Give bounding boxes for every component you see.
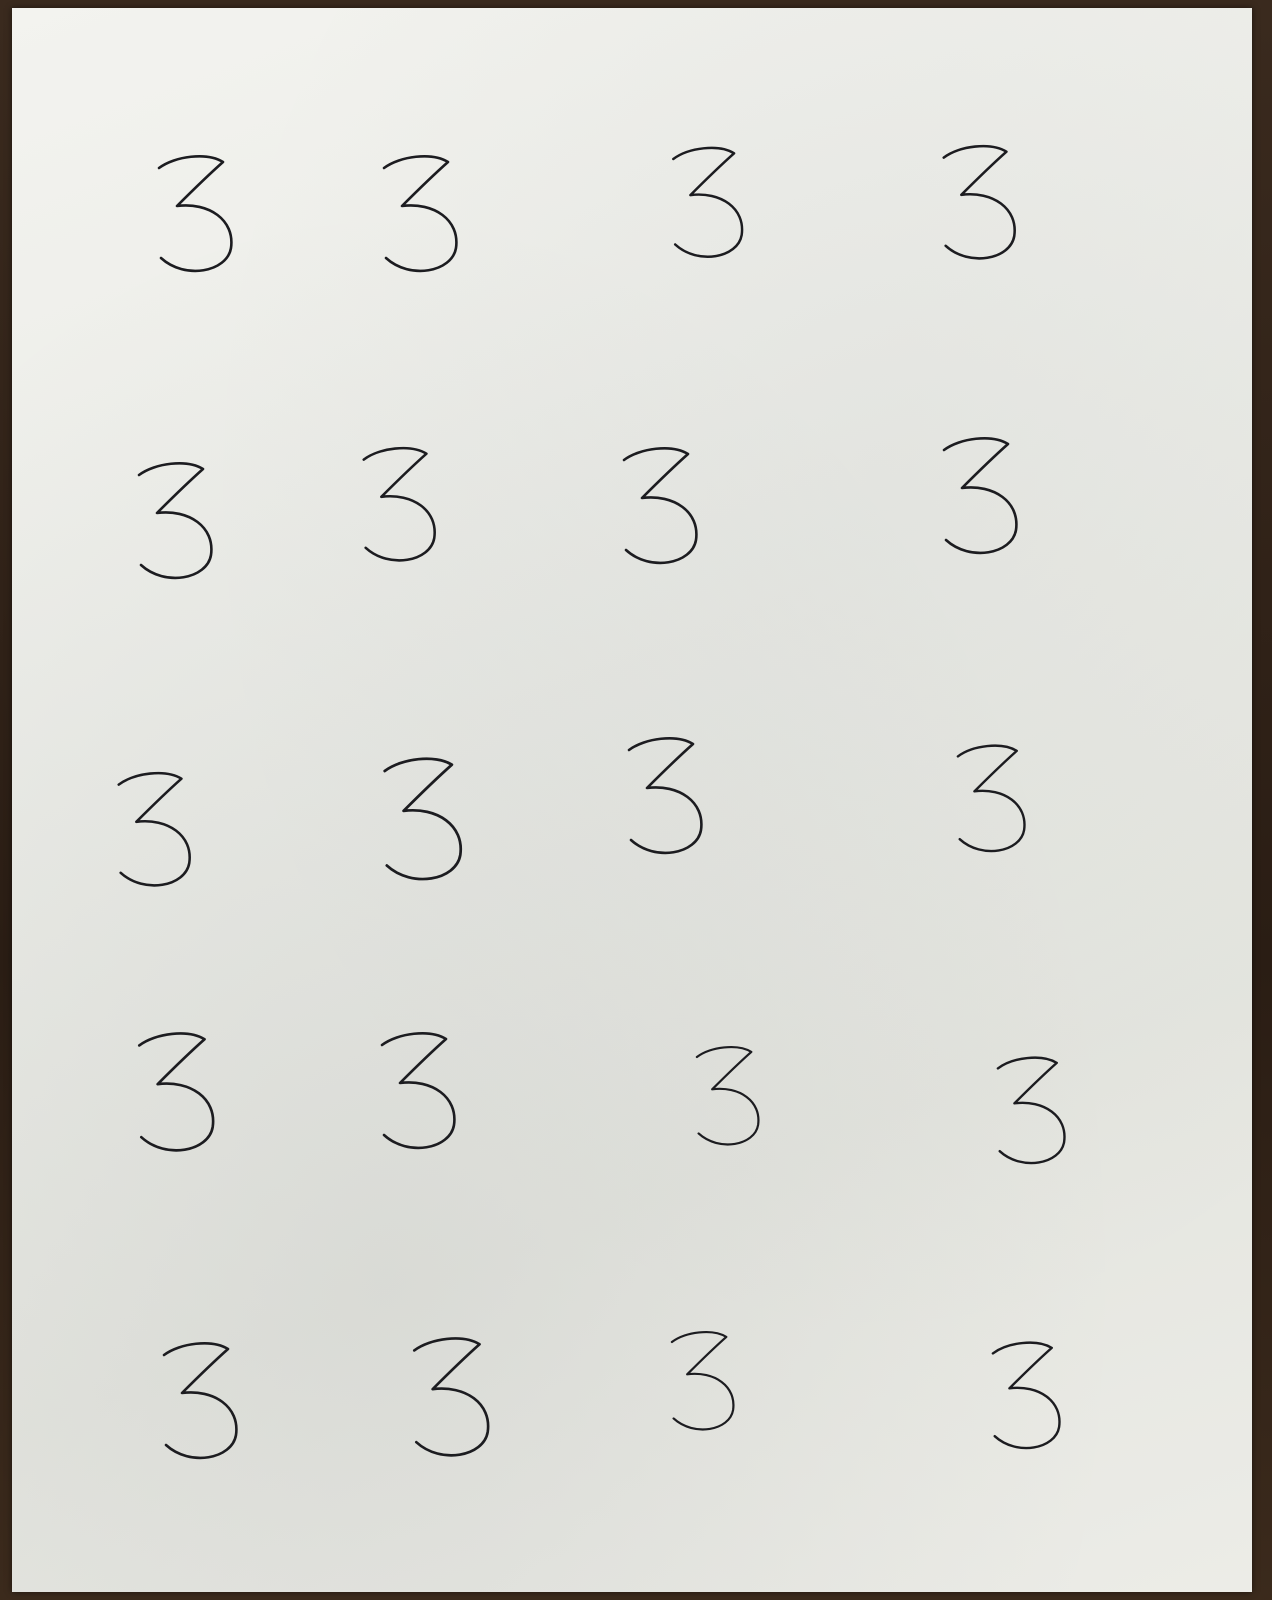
handwritten-digit-r2c3: 3 xyxy=(622,447,698,565)
digit-stroke xyxy=(117,771,191,887)
handwritten-digit-r3c4: 3 xyxy=(956,744,1026,853)
handwritten-digit-r3c2: 3 xyxy=(383,757,463,881)
handwritten-digit-r4c2: 3 xyxy=(380,1032,456,1150)
handwritten-digit-r5c2: 3 xyxy=(412,1337,490,1457)
digit-stroke xyxy=(380,1032,456,1150)
handwritten-digit-r4c1: 3 xyxy=(137,1032,215,1152)
digit-stroke xyxy=(162,1342,238,1460)
handwritten-digit-grid: 3 3 3 3 3 3 3 3 3 3 3 3 3 3 3 3 3 3 3 3 xyxy=(0,0,1272,1600)
handwritten-digit-r5c4: 3 xyxy=(991,1341,1061,1450)
handwritten-digit-r3c1: 3 xyxy=(117,771,191,887)
digit-stroke xyxy=(157,155,233,273)
digit-stroke xyxy=(627,737,703,855)
digit-stroke xyxy=(942,437,1018,555)
digit-stroke xyxy=(622,447,698,565)
digit-stroke xyxy=(672,146,744,258)
handwritten-digit-r1c1: 3 xyxy=(157,155,233,273)
handwritten-digit-r1c2: 3 xyxy=(382,155,458,273)
digit-stroke xyxy=(695,1045,760,1146)
digit-stroke xyxy=(996,1056,1066,1165)
digit-stroke xyxy=(362,446,436,562)
handwritten-digit-r1c4: 3 xyxy=(942,144,1016,260)
handwritten-digit-r1c3: 3 xyxy=(672,146,744,258)
handwritten-digit-r4c3: 3 xyxy=(695,1045,760,1146)
digit-stroke xyxy=(991,1341,1061,1450)
handwritten-digit-r5c1: 3 xyxy=(162,1342,238,1460)
digit-stroke xyxy=(670,1330,735,1431)
digit-stroke xyxy=(382,155,458,273)
handwritten-digit-r4c4: 3 xyxy=(996,1056,1066,1165)
photo-scene: 3 3 3 3 3 3 3 3 3 3 3 3 3 3 3 3 3 3 3 3 xyxy=(0,0,1272,1600)
handwritten-digit-r2c2: 3 xyxy=(362,446,436,562)
digit-stroke xyxy=(383,757,463,881)
digit-stroke xyxy=(137,462,213,580)
handwritten-digit-r3c3: 3 xyxy=(627,737,703,855)
digit-stroke xyxy=(412,1337,490,1457)
digit-stroke xyxy=(956,744,1026,853)
digit-stroke xyxy=(942,144,1016,260)
handwritten-digit-r2c4: 3 xyxy=(942,437,1018,555)
digit-stroke xyxy=(137,1032,215,1152)
handwritten-digit-r2c1: 3 xyxy=(137,462,213,580)
handwritten-digit-r5c3: 3 xyxy=(670,1330,735,1431)
